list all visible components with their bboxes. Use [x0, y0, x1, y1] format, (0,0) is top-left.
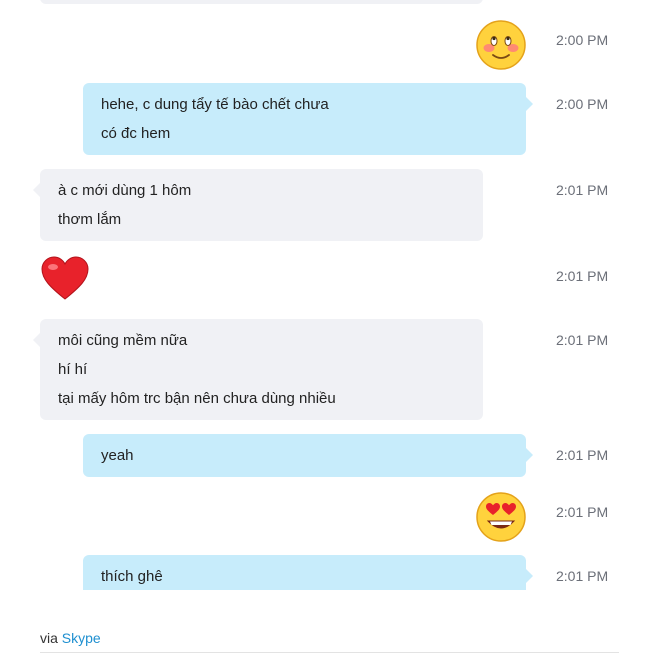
message-timestamp: 2:01 PM	[556, 568, 609, 584]
attribution-prefix: via	[40, 630, 58, 646]
message-text: có đc hem	[101, 125, 171, 142]
outgoing-message-bubble[interactable]: yeah	[83, 434, 533, 477]
chat-transcript: 2:00 PM hehe, c dung tẩy tế bào chết chư…	[0, 0, 657, 590]
message-text: yeah	[101, 447, 134, 464]
message-timestamp: 2:01 PM	[556, 268, 609, 284]
message-text: thích ghê	[101, 568, 163, 585]
red-heart-emoji-icon	[41, 256, 89, 300]
message-timestamp: 2:00 PM	[556, 96, 609, 112]
footer-divider	[40, 652, 619, 653]
incoming-message-bubble[interactable]: môi cũng mềm nữa hí hí tại mấy hôm trc b…	[33, 319, 483, 420]
message-text: hí hí	[58, 361, 88, 378]
message-timestamp: 2:01 PM	[556, 447, 609, 463]
previous-message-bubble	[40, 0, 483, 4]
message-text: tại mấy hôm trc bận nên chưa dùng nhiều	[58, 390, 336, 407]
outgoing-message-bubble[interactable]: hehe, c dung tẩy tế bào chết chưa có đc …	[83, 83, 533, 155]
blushing-smile-emoji-icon	[476, 20, 526, 70]
attribution-footer: via Skype	[40, 630, 101, 646]
message-text: thơm lắm	[58, 211, 122, 228]
message-timestamp: 2:01 PM	[556, 504, 609, 520]
message-text: hehe, c dung tẩy tế bào chết chưa	[101, 96, 329, 113]
message-timestamp: 2:00 PM	[556, 32, 609, 48]
outgoing-message-bubble[interactable]: thích ghê	[83, 555, 533, 590]
message-timestamp: 2:01 PM	[556, 332, 609, 348]
message-text: à c mới dùng 1 hôm	[58, 182, 192, 199]
incoming-message-bubble[interactable]: à c mới dùng 1 hôm thơm lắm	[33, 169, 483, 241]
skype-link[interactable]: Skype	[62, 630, 101, 646]
message-text: môi cũng mềm nữa	[58, 332, 188, 349]
message-timestamp: 2:01 PM	[556, 182, 609, 198]
heart-eyes-emoji-icon	[476, 492, 526, 542]
